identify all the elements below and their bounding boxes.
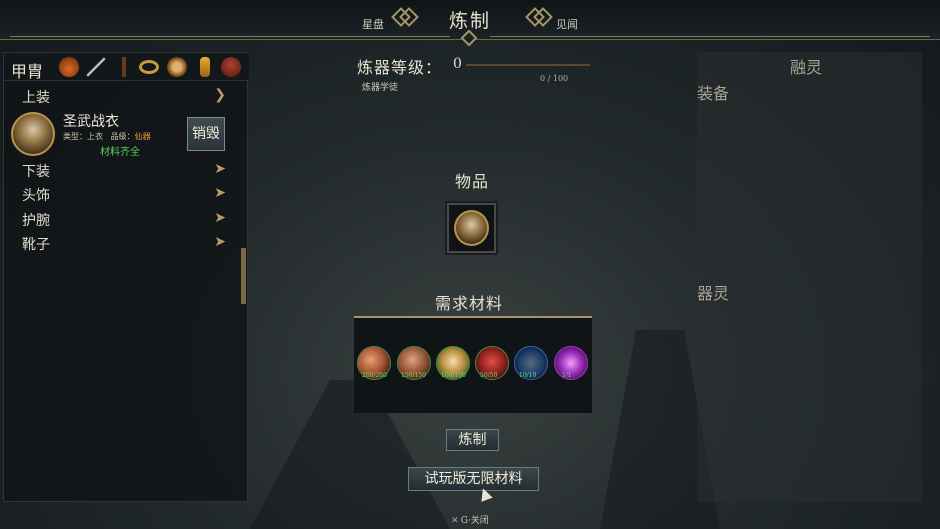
equip-label: 装备 (697, 84, 730, 103)
chevron-right-icon: ➤ (214, 161, 226, 177)
talisman-icon[interactable] (200, 57, 210, 77)
fusion-title: 融灵 (790, 58, 823, 77)
equipment-item[interactable]: 圣武战衣 类型：上衣 品级：仙器 材料齐全 销毁 (8, 109, 236, 159)
craft-level-count: 0 / 100 (540, 74, 569, 83)
material-count: 1/1 (562, 372, 572, 379)
group-label: 头饰 (22, 188, 50, 204)
material-count: 150/150 (401, 372, 426, 379)
list-scrollbar[interactable] (241, 248, 246, 304)
craft-level-label: 炼器等级： (357, 58, 443, 77)
chevron-right-icon: ➤ (214, 210, 226, 226)
group-label: 下装 (22, 164, 50, 180)
gourd-icon[interactable] (59, 57, 79, 77)
spirit-label: 器灵 (697, 284, 730, 303)
materials-section-title: 需求材料 (435, 294, 504, 313)
item-avatar (11, 112, 55, 156)
armor-item-icon (454, 210, 489, 246)
grade-value: 仙器 (134, 132, 151, 141)
close-action[interactable]: 关闭 (471, 516, 489, 526)
craft-rank: 炼器学徒 (362, 83, 399, 93)
close-key: G (460, 516, 468, 526)
type-value: 上衣 (87, 132, 103, 141)
fusion-panel (697, 52, 922, 502)
item-slot[interactable] (447, 203, 496, 253)
material-count: 100/100 (441, 372, 466, 379)
destroy-button[interactable]: 销毁 (187, 117, 225, 151)
group-toushi[interactable]: 头饰 ➤ (8, 183, 236, 205)
group-huwan[interactable]: 护腕 ➤ (8, 208, 236, 230)
amulet-icon[interactable] (167, 57, 187, 77)
grade-label: 品级： (110, 132, 135, 141)
group-shangzhuang[interactable]: 上装 ❯ (8, 85, 236, 107)
sword-icon[interactable] (86, 57, 106, 77)
page-title: 炼制 (448, 10, 491, 32)
chevron-right-icon: ➤ (214, 185, 226, 201)
materials-panel: 260/260 150/150 100/100 50/50 10/10 1/1 (354, 316, 592, 413)
armor-icon[interactable] (221, 57, 241, 77)
ring-icon[interactable] (139, 60, 159, 74)
craft-level-value: 0 (453, 56, 462, 72)
footer-hint: ✕ G·关闭 (0, 513, 940, 526)
craft-level-bar (466, 64, 590, 66)
top-bar: 星盘 炼制 见闻 (0, 0, 940, 47)
tab-jianwen[interactable]: 见闻 (556, 16, 578, 32)
item-section-title: 物品 (455, 172, 490, 191)
category-label[interactable]: 甲胄 (11, 58, 43, 82)
type-label: 类型： (63, 132, 87, 141)
chevron-down-icon: ❯ (214, 87, 226, 103)
material-status: 材料齐全 (100, 147, 140, 158)
craft-button[interactable]: 炼制 (446, 429, 499, 451)
item-name: 圣武战衣 (63, 114, 119, 130)
equipment-list-panel: 甲胄 上装 ❯ 圣武战衣 类型：上衣 品级：仙器 材料齐全 销毁 下装 ➤ 头饰… (3, 52, 249, 502)
item-meta: 类型：上衣 品级：仙器 (63, 131, 151, 142)
staff-icon[interactable] (114, 57, 134, 77)
material-count: 50/50 (480, 372, 498, 379)
group-label: 靴子 (22, 237, 50, 253)
group-label: 护腕 (22, 213, 50, 229)
trial-unlimited-materials-button[interactable]: 试玩版无限材料 (408, 467, 539, 491)
ornament-line (490, 36, 930, 37)
close-icon[interactable]: ✕ (451, 516, 459, 526)
group-xuezi[interactable]: 靴子 ➤ (8, 232, 236, 254)
material-count: 10/10 (519, 372, 537, 379)
ornament-line (10, 36, 450, 37)
category-bar: 甲胄 (4, 53, 249, 81)
group-label: 上装 (22, 90, 50, 106)
group-xiazhuang[interactable]: 下装 ➤ (8, 159, 236, 181)
chevron-right-icon: ➤ (214, 234, 226, 250)
material-count: 260/260 (362, 372, 387, 379)
